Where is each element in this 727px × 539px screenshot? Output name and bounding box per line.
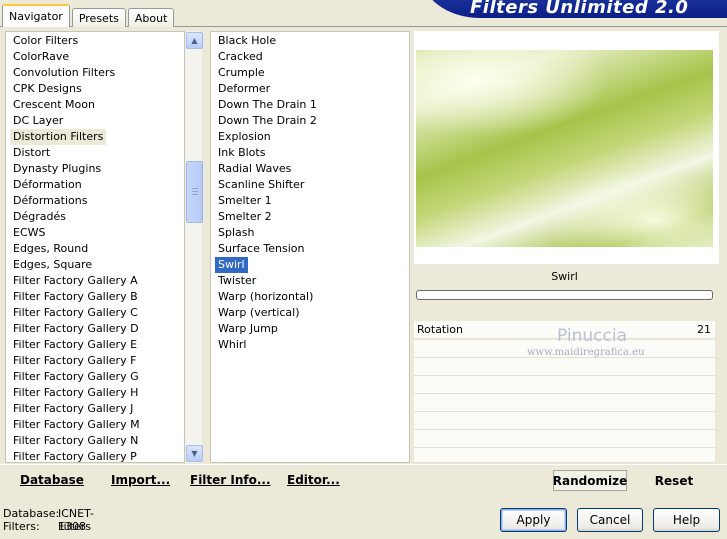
tab-about[interactable]: About xyxy=(127,8,175,27)
banner-title: Filters Unlimited 2.0 xyxy=(470,0,689,18)
category-item[interactable]: CPK Designs xyxy=(10,81,85,97)
param-value[interactable]: 21 xyxy=(697,323,711,336)
category-item[interactable]: Dégradés xyxy=(10,209,69,225)
filter-item[interactable]: Deformer xyxy=(215,81,273,97)
category-scrollbar[interactable]: ▲ ▼ xyxy=(185,31,203,463)
cancel-button[interactable]: Cancel xyxy=(577,508,643,532)
watermark-name: Pinuccia xyxy=(557,326,627,346)
scroll-thumb[interactable] xyxy=(186,161,203,223)
bottom-toolbar: Database Import... Filter Info... Editor… xyxy=(0,464,727,493)
category-item[interactable]: Déformation xyxy=(10,177,85,193)
filter-item[interactable]: Scanline Shifter xyxy=(215,177,307,193)
filter-item[interactable]: Splash xyxy=(215,225,257,241)
category-item[interactable]: Filter Factory Gallery B xyxy=(10,289,141,305)
filter-item[interactable]: Explosion xyxy=(215,129,274,145)
database-button[interactable]: Database xyxy=(20,473,84,487)
progress-bar xyxy=(416,290,713,300)
status-filters-value: 1308 xyxy=(58,520,86,533)
category-item[interactable]: DC Layer xyxy=(10,113,66,129)
filter-item[interactable]: Warp Jump xyxy=(215,321,281,337)
filter-item[interactable]: Black Hole xyxy=(215,33,279,49)
filter-item[interactable]: Ink Blots xyxy=(215,145,268,161)
filter-info-button[interactable]: Filter Info... xyxy=(190,473,271,487)
param-row-empty xyxy=(414,376,715,394)
arrow-up-icon: ▲ xyxy=(191,36,198,45)
category-item[interactable]: Filter Factory Gallery A xyxy=(10,273,141,289)
status-filters: Filters: 1308 xyxy=(3,520,86,533)
category-list[interactable]: Color Filters ColorRave Convolution Filter… xyxy=(5,31,185,463)
grip-line xyxy=(192,194,198,195)
status-database-label: Database: xyxy=(3,507,60,520)
tab-bar: Navigator Presets About xyxy=(2,3,176,27)
category-item[interactable]: ColorRave xyxy=(10,49,72,65)
category-item[interactable]: Filter Factory Gallery G xyxy=(10,369,142,385)
import-button[interactable]: Import... xyxy=(111,473,170,487)
category-item[interactable]: Déformations xyxy=(10,193,90,209)
param-row-empty xyxy=(414,394,715,412)
filter-item[interactable]: Twister xyxy=(215,273,259,289)
tab-presets[interactable]: Presets xyxy=(71,8,126,27)
category-item[interactable]: Edges, Round xyxy=(10,241,91,257)
selected-filter-name: Swirl xyxy=(551,270,578,283)
category-item[interactable]: Filter Factory Gallery F xyxy=(10,353,139,369)
filter-item[interactable]: Cracked xyxy=(215,49,266,65)
arrow-down-icon: ▼ xyxy=(191,449,198,458)
tab-navigator[interactable]: Navigator xyxy=(2,4,70,27)
filter-item[interactable]: Warp (vertical) xyxy=(215,305,303,321)
category-item[interactable]: Convolution Filters xyxy=(10,65,118,81)
filter-item[interactable]: Smelter 2 xyxy=(215,209,275,225)
category-item[interactable]: Distortion Filters xyxy=(10,129,107,145)
reset-button[interactable]: Reset xyxy=(640,470,708,491)
randomize-button[interactable]: Randomize xyxy=(553,470,627,491)
filter-item[interactable]: Smelter 1 xyxy=(215,193,275,209)
category-item[interactable]: Filter Factory Gallery E xyxy=(10,337,140,353)
status-filters-label: Filters: xyxy=(3,520,40,533)
category-item[interactable]: Filter Factory Gallery N xyxy=(10,433,141,449)
category-item[interactable]: Filter Factory Gallery J xyxy=(10,401,136,417)
param-row-empty xyxy=(414,358,715,376)
category-item[interactable]: Filter Factory Gallery D xyxy=(10,321,142,337)
category-item[interactable]: Color Filters xyxy=(10,33,81,49)
filter-list[interactable]: Black Hole Cracked Crumple Deformer Down The… xyxy=(210,31,410,463)
category-item[interactable]: ECWS xyxy=(10,225,49,241)
filter-item[interactable]: Down The Drain 1 xyxy=(215,97,320,113)
status-database: Database: ICNET-Filters xyxy=(3,507,94,533)
category-item[interactable]: Filter Factory Gallery P xyxy=(10,449,140,462)
filter-item[interactable]: Crumple xyxy=(215,65,268,81)
grip-line xyxy=(192,188,198,189)
category-item[interactable]: Filter Factory Gallery M xyxy=(10,417,143,433)
filter-item[interactable]: Warp (horizontal) xyxy=(215,289,316,305)
filter-item[interactable]: Surface Tension xyxy=(215,241,307,257)
param-row-empty xyxy=(414,430,715,448)
param-row-empty xyxy=(414,412,715,430)
scroll-down-button[interactable]: ▼ xyxy=(186,445,203,462)
grip-line xyxy=(192,191,198,192)
param-label: Rotation xyxy=(417,323,464,336)
apply-button[interactable]: Apply xyxy=(500,508,567,532)
editor-button[interactable]: Editor... xyxy=(287,473,340,487)
category-item[interactable]: Crescent Moon xyxy=(10,97,98,113)
category-item[interactable]: Distort xyxy=(10,145,53,161)
category-item[interactable]: Filter Factory Gallery H xyxy=(10,385,141,401)
scroll-up-button[interactable]: ▲ xyxy=(186,32,203,49)
help-button[interactable]: Help xyxy=(653,508,720,532)
category-item[interactable]: Filter Factory Gallery C xyxy=(10,305,141,321)
category-item[interactable]: Dynasty Plugins xyxy=(10,161,104,177)
filter-item[interactable]: Down The Drain 2 xyxy=(215,113,320,129)
watermark-site: www.maidiregrafica.eu xyxy=(527,347,645,358)
category-item[interactable]: Edges, Square xyxy=(10,257,95,273)
preview-image xyxy=(416,50,713,247)
param-row-empty xyxy=(414,448,715,463)
filter-item[interactable]: Whirl xyxy=(215,337,249,353)
filter-item[interactable]: Radial Waves xyxy=(215,161,294,177)
filter-item[interactable]: Swirl xyxy=(215,257,248,273)
